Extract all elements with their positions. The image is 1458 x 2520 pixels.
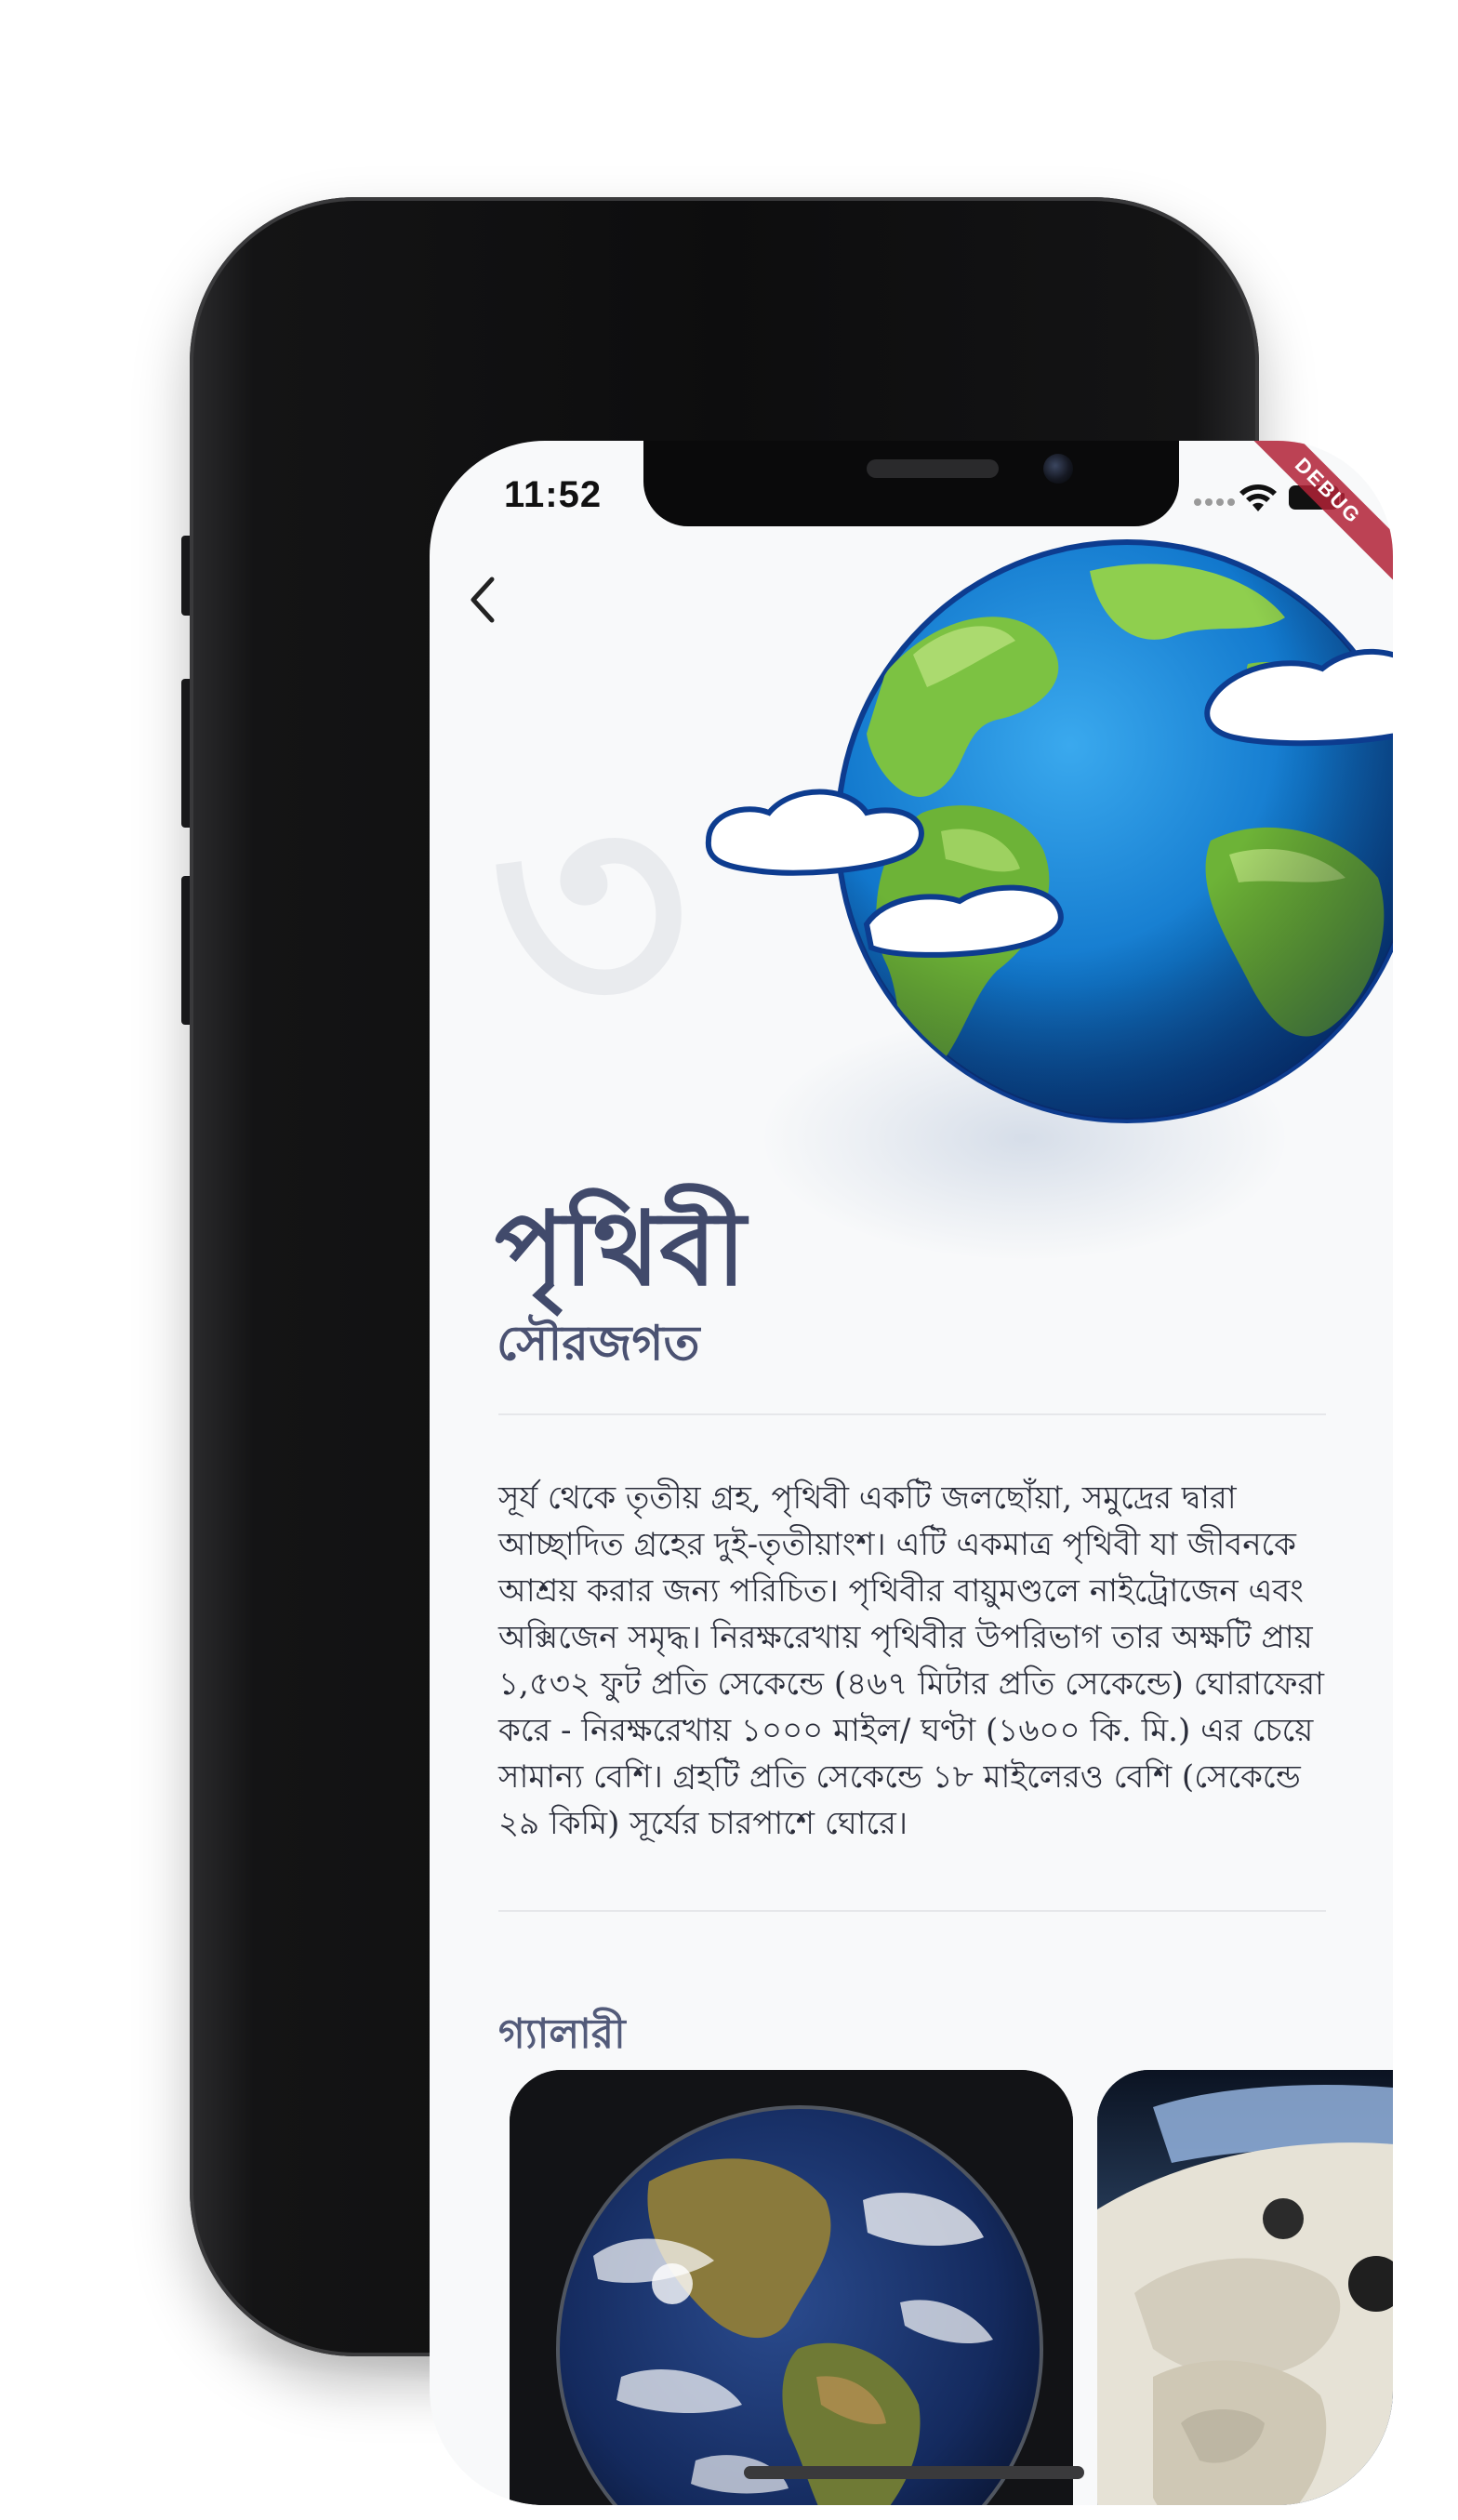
astronaut-photo [1097, 2070, 1393, 2505]
planet-category: সৌরজগত [497, 1315, 700, 1372]
planet-description: সূর্য থেকে তৃতীয় গ্রহ, পৃথিবী একটি জলছো… [498, 1479, 1325, 1842]
status-time: 11:52 [504, 474, 603, 515]
gallery-heading: গ্যালারী [498, 2010, 626, 2058]
chevron-left-icon [471, 577, 495, 623]
home-indicator[interactable] [744, 2466, 1084, 2479]
earpiece-speaker [867, 459, 999, 478]
wifi-icon [1239, 484, 1277, 511]
app-screen: 11:52 DEBUG ৩ পৃথিবী সৌরজগত সূর্য থেকে ত… [430, 441, 1393, 2505]
gallery-carousel[interactable] [510, 2070, 1393, 2505]
front-camera [1043, 454, 1073, 484]
planet-number-watermark: ৩ [489, 730, 689, 1091]
back-button[interactable] [450, 567, 515, 632]
device-mockup-stage: 11:52 DEBUG ৩ পৃথিবী সৌরজগত সূর্য থেকে ত… [0, 0, 1458, 2520]
earth-photo [510, 2070, 1073, 2505]
signal-icon [1194, 498, 1235, 506]
notch [643, 441, 1179, 526]
gallery-item-astronaut[interactable] [1097, 2070, 1393, 2505]
phone-frame: 11:52 DEBUG ৩ পৃথিবী সৌরজগত সূর্য থেকে ত… [190, 197, 1393, 2505]
divider [498, 1910, 1326, 1912]
earth-illustration [705, 539, 1393, 1123]
gallery-item-earth[interactable] [510, 2070, 1073, 2505]
planet-title: পৃথিবী [495, 1188, 747, 1308]
divider [498, 1413, 1326, 1415]
